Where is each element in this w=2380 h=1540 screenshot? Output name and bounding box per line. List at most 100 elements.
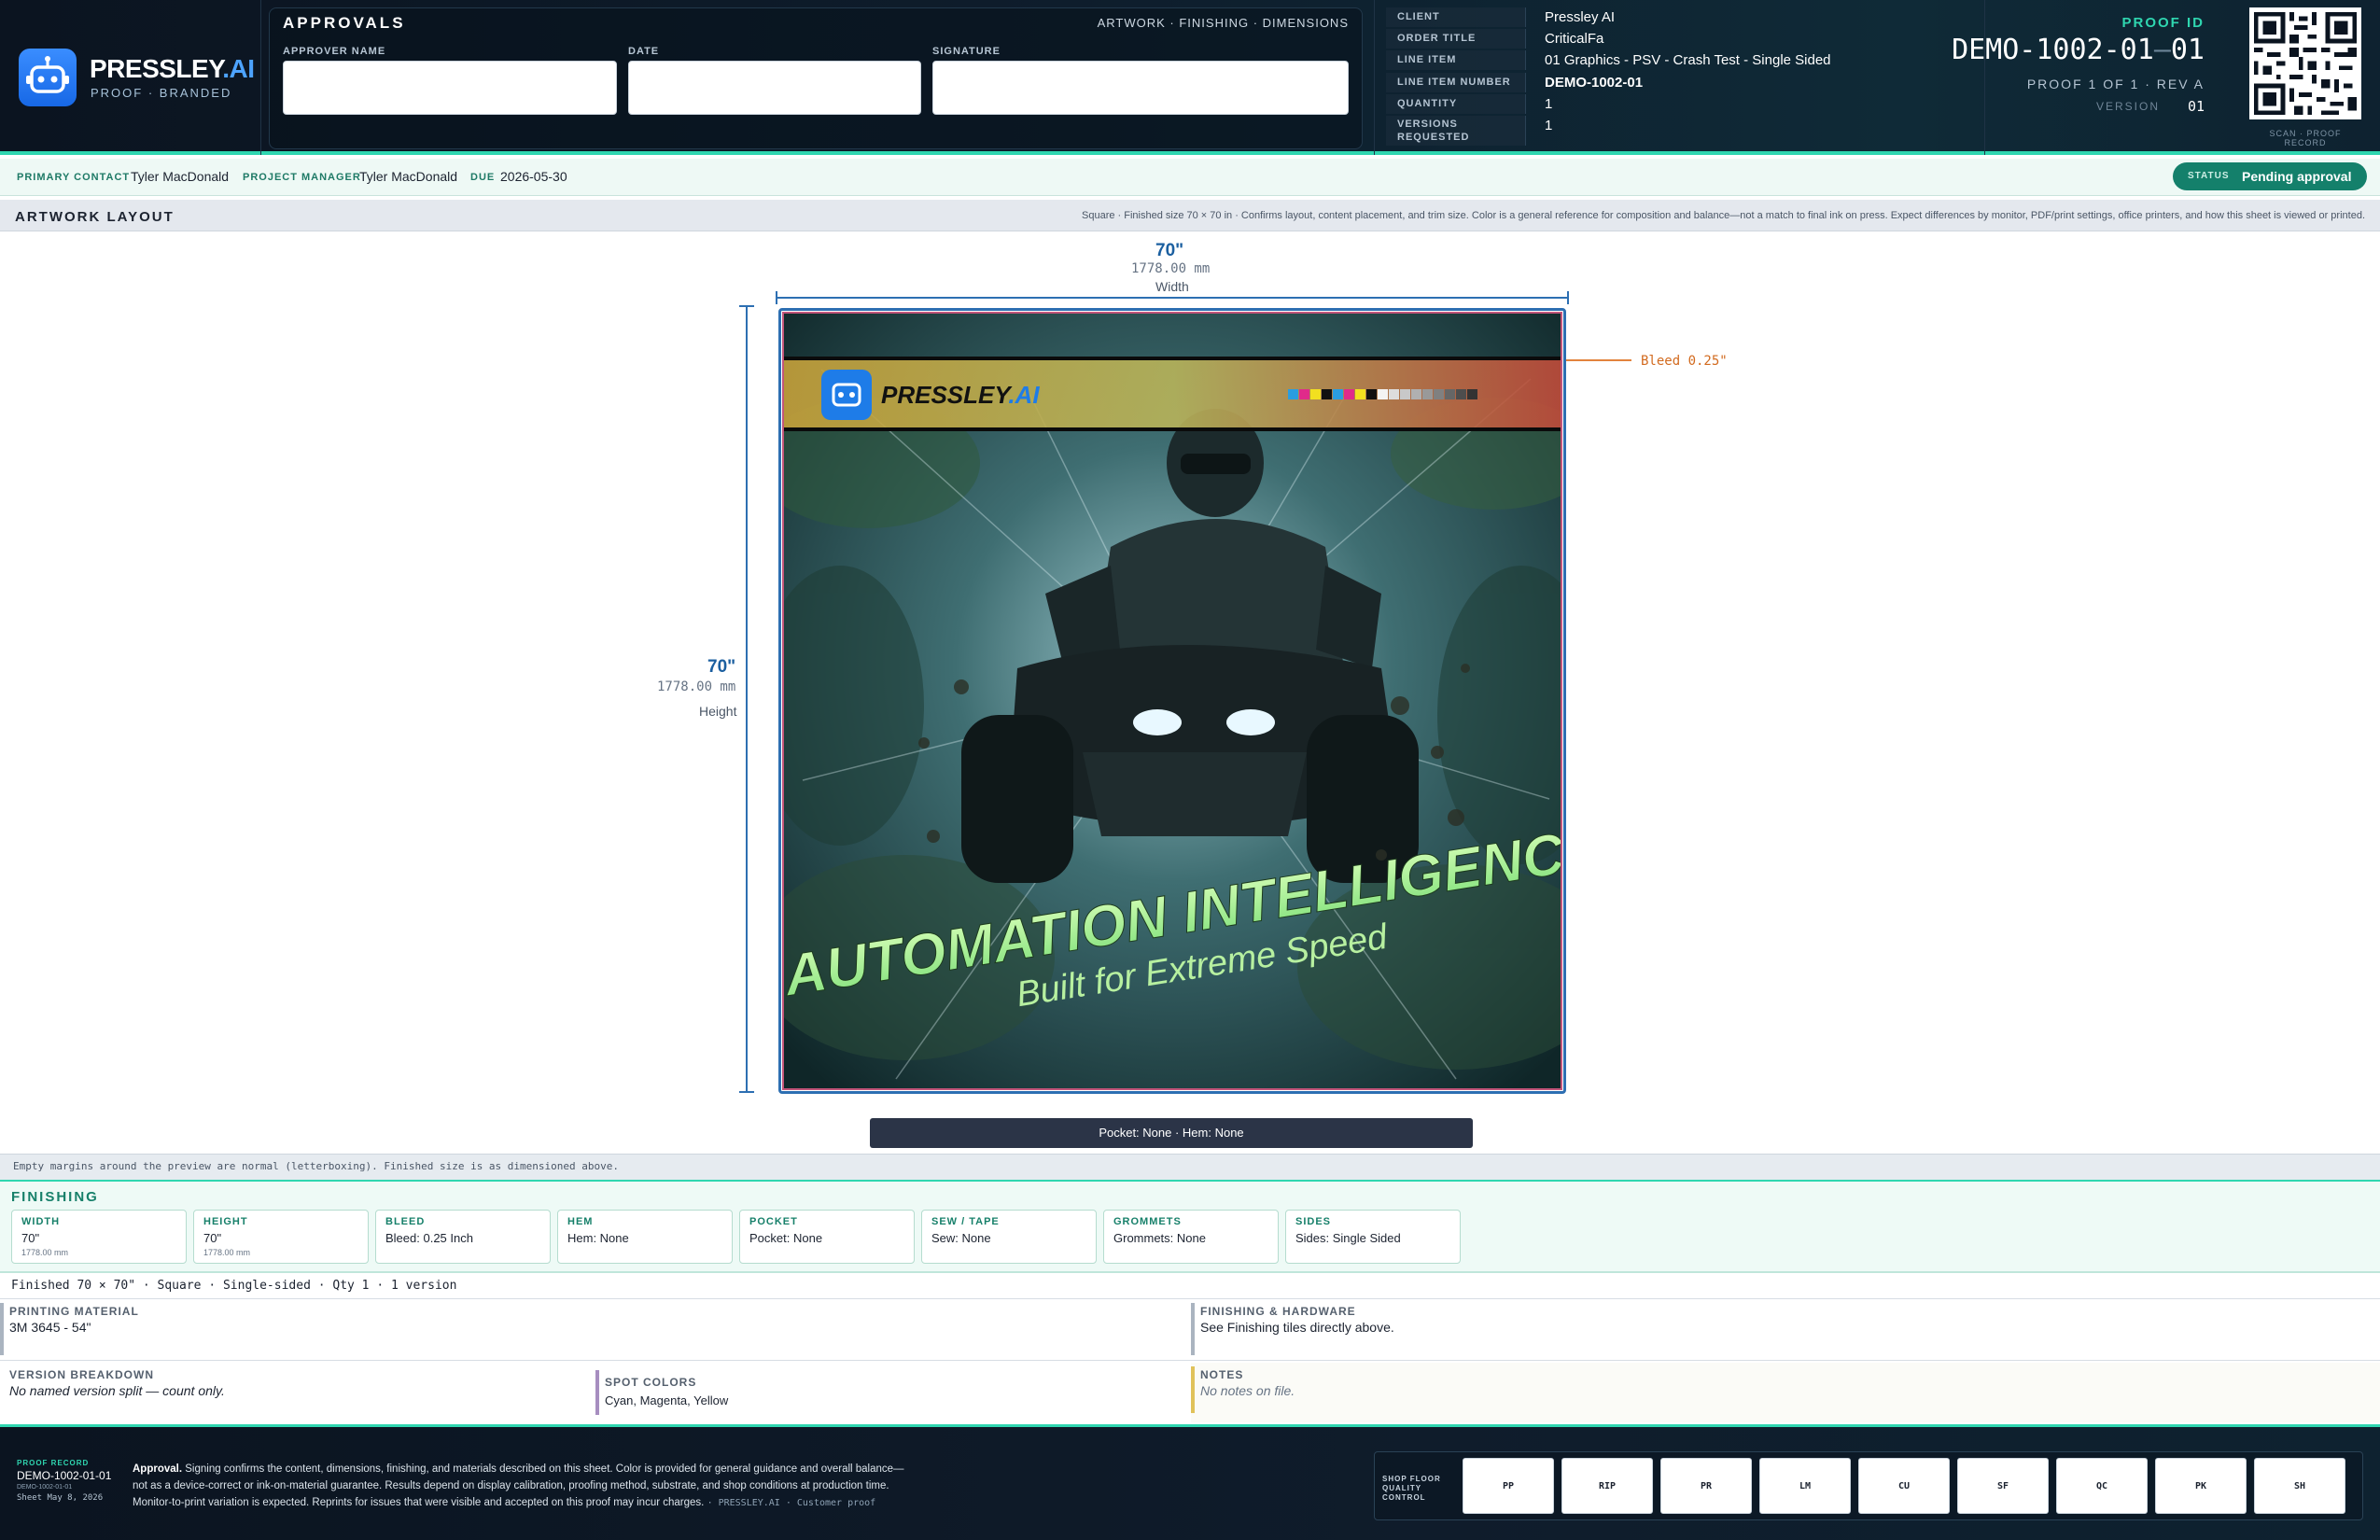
version-value: 01 [2187, 98, 2205, 115]
bleed-label: Bleed 0.25" [1641, 354, 1728, 369]
qc-step-pk[interactable]: PK [2155, 1458, 2247, 1514]
qc-step-pp[interactable]: PP [1463, 1458, 1554, 1514]
notes-value: No notes on file. [1200, 1383, 1295, 1398]
qc-step-pr[interactable]: PR [1660, 1458, 1752, 1514]
spot-colors-block: SPOT COLORS Cyan, Magenta, Yellow [595, 1363, 1191, 1422]
order-row-order-title: ORDER TITLE CriticalFa [1375, 28, 1986, 49]
color-swatch [1299, 389, 1309, 399]
tile-value: 70" [203, 1231, 222, 1245]
qc-step-cu[interactable]: CU [1858, 1458, 1950, 1514]
qc-step-qc[interactable]: QC [2056, 1458, 2148, 1514]
order-key: LINE ITEM NUMBER [1386, 73, 1526, 92]
proof-record-date: Sheet May 8, 2026 [17, 1493, 104, 1503]
printing-material-block: PRINTING MATERIAL 3M 3645 - 54" [0, 1299, 1191, 1361]
order-value: 1 [1545, 96, 1553, 112]
color-swatch [1389, 389, 1399, 399]
qr-code-icon[interactable] [2249, 7, 2361, 119]
due-value: 2026-05-30 [500, 169, 567, 184]
order-key: LINE ITEM [1386, 50, 1526, 70]
tile-value: Grommets: None [1113, 1231, 1206, 1245]
qr-caption: SCAN · PROOF RECORD [2269, 129, 2342, 147]
accent-bar [0, 1303, 4, 1355]
status-value: Pending approval [2242, 169, 2352, 184]
artwork-preview[interactable]: PRESSLEY.AI AUTOMATION INTELLIGENCE Buil… [782, 312, 1562, 1090]
proof-record-id-small: DEMO-1002-01-01 [17, 1484, 73, 1491]
tile-value: Pocket: None [749, 1231, 823, 1245]
order-value: CriticalFa [1545, 31, 1604, 47]
height-mm: 1778.00 mm [657, 679, 736, 694]
color-swatch [1467, 389, 1477, 399]
finishing-tile-hem: HEM Hem: None [557, 1210, 733, 1264]
order-key: VERSIONS REQUESTED [1386, 116, 1526, 146]
qc-step-rip[interactable]: RIP [1561, 1458, 1653, 1514]
order-row-quantity: QUANTITY 1 [1375, 93, 1986, 115]
version-breakdown-label: VERSION BREAKDOWN [9, 1368, 155, 1381]
order-row-line-item-number: LINE ITEM NUMBER DEMO-1002-01 [1375, 72, 1986, 93]
order-value: DEMO-1002-01 [1545, 75, 1644, 91]
notes-block: NOTES No notes on file. [1191, 1363, 2380, 1422]
color-swatch [1344, 389, 1354, 399]
accent-bar [595, 1370, 599, 1415]
proof-record-id: DEMO-1002-01-01 [17, 1469, 112, 1482]
primary-contact-label: PRIMARY CONTACT [17, 172, 131, 183]
qc-step-sh[interactable]: SH [2254, 1458, 2345, 1514]
approvals-panel: APPROVALS ARTWORK · FINISHING · DIMENSIO… [269, 7, 1363, 149]
width-dimension: 70" [1155, 241, 1184, 260]
signature-label: SIGNATURE [932, 46, 1001, 57]
order-value: 01 Graphics - PSV - Crash Test - Single … [1545, 52, 1831, 68]
color-swatch [1445, 389, 1455, 399]
finishing-tile-height: HEIGHT 70" 1778.00 mm [193, 1210, 369, 1264]
color-bar [1288, 389, 1477, 399]
version-label: VERSION [2095, 100, 2160, 113]
order-value: Pressley AI [1545, 9, 1616, 25]
pocket-hem-bar: Pocket: None · Hem: None [870, 1118, 1473, 1148]
contact-bar: PRIMARY CONTACT Tyler MacDonald PROJECT … [0, 159, 2380, 196]
approver-name-field[interactable] [283, 61, 617, 115]
color-swatch [1434, 389, 1444, 399]
accent-bar [1191, 1303, 1195, 1355]
tile-label: SIDES [1295, 1216, 1332, 1227]
finishing-tile-bleed: BLEED Bleed: 0.25 Inch [375, 1210, 551, 1264]
tile-value: 70" [21, 1231, 40, 1245]
tile-label: BLEED [385, 1216, 426, 1227]
proof-revision: PROOF 1 OF 1 · REV A [2026, 77, 2205, 91]
qc-step-sf[interactable]: SF [1957, 1458, 2049, 1514]
notes-label: NOTES [1200, 1368, 1244, 1381]
proof-record-label: PROOF RECORD [17, 1459, 90, 1467]
finishing-hardware-label: FINISHING & HARDWARE [1200, 1305, 1356, 1318]
tile-label: HEM [567, 1216, 594, 1227]
height-label: Height [699, 704, 737, 719]
order-row-versions: VERSIONS REQUESTED 1 [1375, 115, 1986, 147]
color-swatch [1333, 389, 1343, 399]
status-label: STATUS [2188, 171, 2230, 181]
date-field[interactable] [628, 61, 921, 115]
width-dimension-line [776, 291, 1569, 304]
height-dimension-line [739, 305, 754, 1093]
qc-step-lm[interactable]: LM [1759, 1458, 1851, 1514]
status-badge[interactable]: STATUS Pending approval [2173, 162, 2367, 190]
tile-label: POCKET [749, 1216, 798, 1227]
brand-block: PRESSLEY.AI PROOF · BRANDED [0, 0, 261, 155]
tile-sub: 1778.00 mm [203, 1248, 251, 1257]
bleed-callout-line [1566, 359, 1631, 361]
tile-label: WIDTH [21, 1216, 61, 1227]
order-row-line-item: LINE ITEM 01 Graphics - PSV - Crash Test… [1375, 49, 1986, 71]
order-key: ORDER TITLE [1386, 29, 1526, 49]
date-label: DATE [628, 46, 660, 57]
finishing-tile-pocket: POCKET Pocket: None [739, 1210, 915, 1264]
finishing-hardware-block: FINISHING & HARDWARE See Finishing tiles… [1191, 1299, 2380, 1361]
version-breakdown-block: VERSION BREAKDOWN No named version split… [0, 1363, 595, 1422]
proof-id-label: PROOF ID [2121, 15, 2205, 31]
color-swatch [1400, 389, 1410, 399]
finishing-tile-width: WIDTH 70" 1778.00 mm [11, 1210, 187, 1264]
tile-value: Sew: None [931, 1231, 991, 1245]
qc-label: SHOP FLOOR QUALITY CONTROL [1382, 1475, 1441, 1502]
artwork-image: PRESSLEY.AI AUTOMATION INTELLIGENCE Buil… [784, 314, 1561, 1088]
version-breakdown-value: No named version split — count only. [9, 1383, 225, 1398]
artwork-layout-title: ARTWORK LAYOUT [15, 209, 175, 225]
brand-subtitle: PROOF · BRANDED [91, 86, 232, 100]
finishing-summary: Finished 70 × 70" · Square · Single-side… [0, 1273, 2380, 1299]
approvals-sections: ARTWORK · FINISHING · DIMENSIONS [1097, 16, 1349, 30]
signature-field[interactable] [932, 61, 1349, 115]
tile-label: HEIGHT [203, 1216, 248, 1227]
